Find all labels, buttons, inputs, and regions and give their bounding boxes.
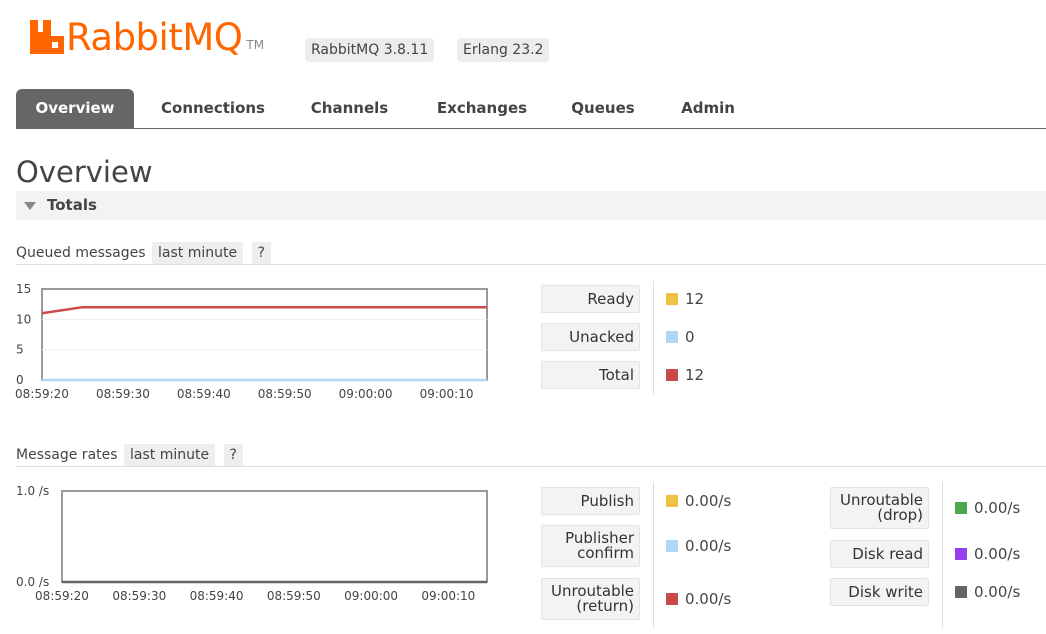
divider [16,264,1046,265]
y-tick-label: 10 [16,312,31,326]
publisher-confirm-swatch [666,540,678,552]
publisher-confirm-rate: 0.00/s [685,537,732,555]
x-tick-label: 08:59:40 [190,589,244,603]
totals-label: Totals [47,196,97,214]
legend-unroutable-return-button[interactable]: Unroutable (return) [541,578,640,620]
legend-publish-value: 0.00/s [666,492,731,510]
collapse-triangle-icon [24,202,36,210]
ready-swatch [666,293,678,305]
rabbit-logo-icon [30,20,64,54]
legend-ready-button[interactable]: Ready [541,285,640,313]
legend-publisher-confirm-button[interactable]: Publisher confirm [541,525,640,567]
x-tick-label: 08:59:30 [96,387,150,401]
y-tick-label: 1.0 /s [16,484,49,498]
queued-messages-header: Queued messages last minute ? [16,242,271,264]
tab-channels[interactable]: Channels [296,89,403,128]
x-tick-label: 08:59:20 [15,387,69,401]
logo-trademark: TM [246,38,265,52]
legend-disk-write-button[interactable]: Disk write [830,578,929,606]
rates-help-button[interactable]: ? [223,444,243,466]
publish-swatch [666,495,678,507]
totals-section-toggle[interactable]: Totals [16,191,1046,220]
page-title: Overview [16,155,153,189]
legend-unacked-button[interactable]: Unacked [541,323,640,351]
erlang-badge: Erlang 23.2 [457,38,550,62]
disk-read-rate: 0.00/s [974,545,1021,563]
legend-publisher-confirm-value: 0.00/s [666,537,731,555]
tab-exchanges[interactable]: Exchanges [421,89,543,128]
legend-disk-read-value: 0.00/s [955,545,1020,563]
unroutable-return-rate: 0.00/s [685,590,732,608]
ready-count: 12 [685,290,705,308]
legend-total-value: 12 [666,366,704,384]
tab-queues[interactable]: Queues [561,89,645,128]
y-tick-label: 0 [16,373,24,387]
unacked-count: 0 [685,328,695,346]
tab-connections[interactable]: Connections [148,89,278,128]
logo-wordmark: RabbitMQ [66,16,243,59]
unroutable-drop-rate: 0.00/s [974,499,1021,517]
legend-separator [653,281,654,394]
total-swatch [666,369,678,381]
main-tabs: Overview Connections Channels Exchanges … [16,89,1046,129]
tab-admin[interactable]: Admin [668,89,748,128]
x-tick-label: 08:59:20 [35,589,89,603]
legend-disk-write-value: 0.00/s [955,583,1020,601]
x-tick-label: 09:00:10 [420,387,474,401]
plot-frame [41,288,488,381]
x-tick-label: 08:59:50 [258,387,312,401]
unroutable-return-swatch [666,593,678,605]
x-tick-label: 08:59:40 [177,387,231,401]
y-tick-label: 0.0 /s [16,575,49,589]
total-count: 12 [685,366,705,384]
queued-messages-label: Queued messages [16,245,146,261]
disk-write-swatch [955,586,967,598]
legend-separator [942,482,943,628]
y-tick-label: 15 [16,282,31,296]
legend-unacked-value: 0 [666,328,695,346]
x-tick-label: 09:00:00 [344,589,398,603]
queued-range-selector[interactable]: last minute [152,242,244,264]
publish-rate: 0.00/s [685,492,732,510]
legend-publish-button[interactable]: Publish [541,487,640,515]
legend-separator [653,482,654,628]
rates-range-selector[interactable]: last minute [124,444,216,466]
queued-help-button[interactable]: ? [251,242,271,264]
plot-frame [61,490,488,583]
legend-ready-value: 12 [666,290,704,308]
divider [16,466,1046,467]
tab-overview[interactable]: Overview [16,89,134,128]
x-tick-label: 09:00:10 [421,589,475,603]
unacked-swatch [666,331,678,343]
x-tick-label: 09:00:00 [339,387,393,401]
legend-disk-read-button[interactable]: Disk read [830,540,929,568]
message-rates-chart: 1.0 /s 0.0 /s08:59:20 08:59:30 08:59:40 08:5… [16,484,488,603]
legend-unroutable-drop-value: 0.00/s [955,499,1020,517]
unroutable-drop-swatch [955,502,967,514]
legend-total-button[interactable]: Total [541,361,640,389]
y-tick-label: 5 [16,343,24,357]
x-tick-label: 08:59:30 [112,589,166,603]
rabbitmq-logo[interactable]: RabbitMQ TM [30,14,264,58]
disk-read-swatch [955,548,967,560]
legend-unroutable-return-value: 0.00/s [666,590,731,608]
legend-unroutable-drop-button[interactable]: Unroutable (drop) [830,487,929,529]
message-rates-label: Message rates [16,447,118,463]
message-rates-header: Message rates last minute ? [16,444,243,466]
x-tick-label: 08:59:50 [267,589,321,603]
disk-write-rate: 0.00/s [974,583,1021,601]
queued-messages-chart: 15 10 5 008:59:20 08:59:30 08:59:40 08:59:50 09… [15,282,488,401]
version-badge: RabbitMQ 3.8.11 [305,38,435,62]
